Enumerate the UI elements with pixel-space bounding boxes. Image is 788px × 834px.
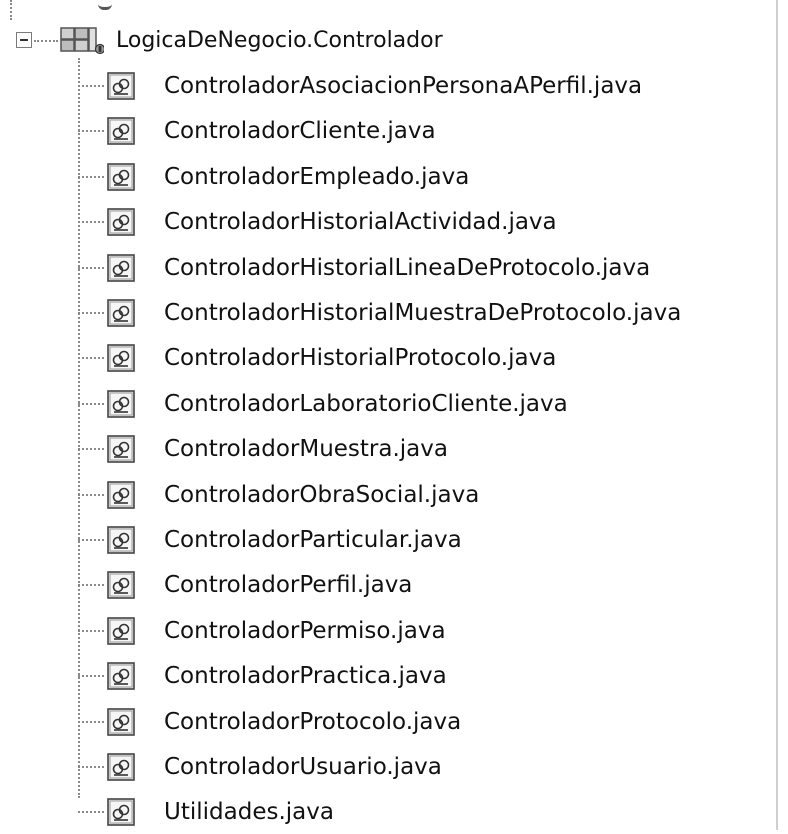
java-file-icon — [106, 707, 136, 737]
tree-file-item[interactable]: ControladorHistorialActividad.java — [78, 200, 758, 244]
file-name-label: ControladorPractica.java — [164, 663, 447, 690]
java-file-icon — [106, 570, 136, 600]
file-name-label: ControladorHistorialActividad.java — [164, 209, 557, 236]
tree-connector — [78, 720, 104, 723]
java-file-icon — [106, 71, 136, 101]
tree-connector — [78, 312, 104, 314]
file-name-label: ControladorPermiso.java — [164, 617, 446, 644]
file-name-label: ControladorCliente.java — [164, 118, 436, 145]
tree-file-item[interactable]: ControladorHistorialProtocolo.java — [78, 336, 758, 380]
tree-connector — [78, 629, 104, 632]
tree-connector — [78, 130, 104, 133]
tree-connector — [78, 402, 104, 405]
tree-file-item[interactable]: ControladorProtocolo.java — [78, 700, 758, 744]
tree-connector — [78, 221, 104, 224]
tree-connector — [78, 811, 104, 814]
tree-connector — [34, 40, 58, 42]
file-name-label: ControladorUsuario.java — [164, 754, 442, 780]
tree-connector — [78, 175, 104, 178]
tree-connector — [78, 766, 104, 768]
file-name-label: ControladorProtocolo.java — [164, 708, 462, 735]
tree-file-item[interactable]: ControladorPractica.java — [78, 654, 758, 698]
file-name-label: ControladorMuestra.java — [164, 436, 448, 463]
java-file-icon — [106, 253, 136, 283]
tree-file-item[interactable]: ControladorParticular.java — [78, 518, 758, 562]
java-file-icon — [106, 797, 136, 827]
tree-file-item[interactable]: ControladorHistorialMuestraDeProtocolo.j… — [78, 291, 758, 335]
file-name-label: ControladorEmpleado.java — [164, 163, 470, 190]
file-name-label: ControladorHistorialLineaDeProtocolo.jav… — [164, 254, 651, 281]
tree-file-item[interactable]: ControladorPerfil.java — [78, 563, 758, 607]
java-file-icon — [106, 298, 136, 328]
tree-file-item[interactable]: ControladorMuestra.java — [78, 427, 758, 471]
file-name-label: ControladorParticular.java — [164, 527, 462, 553]
file-name-label: ControladorLaboratorioCliente.java — [164, 390, 568, 417]
package-icon — [60, 27, 104, 55]
java-file-icon — [106, 343, 136, 373]
tree-connector — [78, 85, 104, 87]
java-file-icon — [106, 616, 136, 646]
tree-file-item[interactable]: ControladorHistorialLineaDeProtocolo.jav… — [78, 246, 758, 290]
tree-connector — [78, 357, 104, 360]
file-name-label: Utilidades.java — [164, 799, 334, 826]
java-file-icon — [106, 162, 136, 192]
tree-connector — [78, 584, 104, 587]
partial-node-above — [98, 0, 112, 10]
java-file-icon — [106, 116, 136, 146]
file-name-label: ControladorObraSocial.java — [164, 481, 480, 508]
java-file-icon — [106, 207, 136, 237]
tree-file-item[interactable]: ControladorCliente.java — [78, 109, 758, 153]
java-file-icon — [106, 752, 136, 782]
collapse-toggle-icon[interactable] — [16, 32, 32, 48]
file-name-label: ControladorAsociacionPersonaAPerfil.java — [164, 73, 643, 99]
tree-file-item[interactable]: ControladorPermiso.java — [78, 609, 758, 653]
tree-file-item[interactable]: ControladorAsociacionPersonaAPerfil.java — [78, 64, 758, 108]
tree-connector — [78, 266, 104, 269]
tree-file-item[interactable]: ControladorEmpleado.java — [78, 155, 758, 199]
package-label[interactable]: LogicaDeNegocio.Controlador — [116, 23, 443, 59]
tree-file-item[interactable]: ControladorUsuario.java — [78, 745, 758, 789]
java-file-icon — [106, 389, 136, 419]
tree-file-item[interactable]: Utilidades.java — [78, 790, 758, 834]
tree-file-item[interactable]: ControladorObraSocial.java — [78, 473, 758, 517]
tree-connector — [78, 493, 104, 496]
tree-connector — [78, 675, 104, 678]
project-tree-panel: LogicaDeNegocio.Controlador ControladorA… — [0, 0, 778, 830]
tree-guide-line — [10, 0, 14, 20]
file-name-label: ControladorHistorialMuestraDeProtocolo.j… — [164, 300, 682, 326]
file-name-label: ControladorHistorialProtocolo.java — [164, 345, 557, 372]
tree-connector — [78, 448, 104, 451]
file-name-label: ControladorPerfil.java — [164, 572, 413, 599]
tree-file-item[interactable]: ControladorLaboratorioCliente.java — [78, 382, 758, 426]
java-file-icon — [106, 661, 136, 691]
java-file-icon — [106, 525, 136, 555]
java-file-icon — [106, 480, 136, 510]
java-file-icon — [106, 434, 136, 464]
tree-connector — [78, 539, 104, 541]
